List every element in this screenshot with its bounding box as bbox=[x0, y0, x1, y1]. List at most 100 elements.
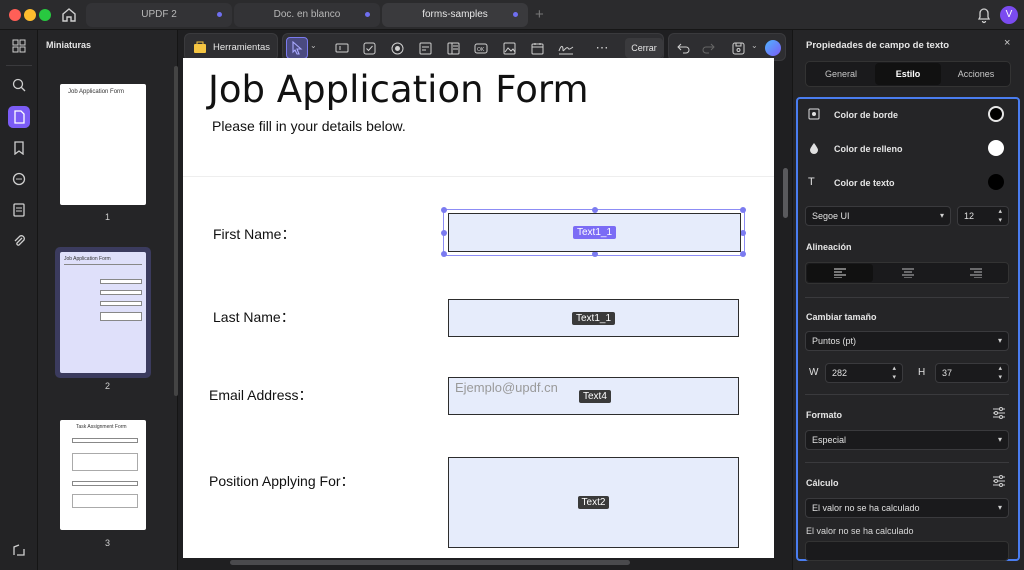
fill-color-swatch[interactable] bbox=[988, 140, 1004, 156]
save-icon[interactable] bbox=[727, 37, 749, 59]
section-divider bbox=[805, 297, 1009, 298]
tab-updf-2[interactable]: UPDF 2 bbox=[86, 3, 232, 27]
tab-acciones[interactable]: Acciones bbox=[943, 63, 1009, 85]
layers-icon[interactable] bbox=[8, 539, 30, 561]
document-page: Job Application Form Please fill in your… bbox=[183, 58, 774, 558]
zoom-window-button[interactable] bbox=[39, 9, 51, 21]
thumbnail-page-1[interactable]: Job Application Form bbox=[60, 84, 146, 205]
attachment-icon[interactable] bbox=[8, 230, 30, 252]
close-panel-icon[interactable]: × bbox=[1004, 37, 1010, 49]
calculation-value-box[interactable] bbox=[805, 541, 1009, 561]
format-dropdown[interactable]: Especial ▾ bbox=[805, 430, 1009, 450]
rail-divider bbox=[6, 65, 32, 66]
signature-tool-icon[interactable] bbox=[555, 37, 577, 59]
new-tab-plus-icon[interactable]: + bbox=[535, 6, 544, 23]
email-placeholder: Ejemplo@updf.cn bbox=[455, 380, 558, 395]
width-value: 282 bbox=[832, 368, 848, 378]
tab-general[interactable]: General bbox=[808, 63, 874, 85]
resize-handle[interactable] bbox=[441, 230, 447, 236]
font-family-dropdown[interactable]: Segoe UI ▾ bbox=[805, 206, 951, 226]
caret-down-icon: ▾ bbox=[939, 211, 944, 220]
thumbnail-heading: Job Application Form bbox=[68, 89, 125, 95]
dropdown-tool-icon[interactable] bbox=[414, 37, 436, 59]
thumbnail-field bbox=[100, 290, 142, 295]
last-name-text-field[interactable]: Text1_1 bbox=[448, 299, 739, 337]
page-divider bbox=[183, 176, 774, 177]
email-address-text-field[interactable]: Ejemplo@updf.cn Text4 bbox=[448, 377, 739, 415]
thumbnail-field bbox=[100, 279, 142, 284]
radio-tool-icon[interactable] bbox=[386, 37, 408, 59]
format-settings-icon[interactable] bbox=[992, 406, 1006, 420]
position-text-field[interactable]: Text2 bbox=[448, 457, 739, 548]
width-label: W bbox=[809, 367, 819, 378]
section-divider bbox=[805, 462, 1009, 463]
text-color-label: Color de texto bbox=[834, 178, 895, 188]
calculation-settings-icon[interactable] bbox=[992, 474, 1006, 488]
tools-button[interactable]: Herramientas bbox=[184, 33, 278, 61]
bookmark-icon[interactable] bbox=[8, 137, 30, 159]
calculation-dropdown[interactable]: El valor no se ha calculado ▾ bbox=[805, 498, 1009, 518]
minimize-window-button[interactable] bbox=[24, 9, 36, 21]
chevron-down-icon[interactable]: ⌄ bbox=[751, 41, 758, 50]
stepper-arrows-icon: ▴ ▾ bbox=[998, 365, 1002, 381]
pages-thumbnail-icon[interactable] bbox=[8, 106, 30, 128]
chevron-down-icon[interactable]: ⌄ bbox=[310, 41, 317, 50]
select-pointer-icon[interactable] bbox=[286, 37, 308, 59]
button-tool-icon[interactable]: OK bbox=[470, 37, 492, 59]
document-subtitle: Please fill in your details below. bbox=[212, 118, 406, 134]
search-icon[interactable] bbox=[8, 74, 30, 96]
comment-icon[interactable] bbox=[8, 168, 30, 190]
thumbnail-line bbox=[64, 264, 142, 265]
tab-estilo[interactable]: Estilo bbox=[875, 63, 941, 85]
thumbnail-heading: Task Assignment Form bbox=[76, 424, 127, 430]
close-form-mode-button[interactable]: Cerrar bbox=[625, 38, 663, 58]
image-tool-icon[interactable] bbox=[498, 37, 520, 59]
text-color-swatch[interactable] bbox=[988, 174, 1004, 190]
ai-assistant-icon[interactable] bbox=[763, 37, 783, 59]
grid-icon[interactable] bbox=[8, 35, 30, 57]
home-icon[interactable] bbox=[60, 6, 78, 24]
unit-dropdown[interactable]: Puntos (pt) ▾ bbox=[805, 331, 1009, 351]
calculation-value: El valor no se ha calculado bbox=[812, 503, 920, 513]
tab-forms-samples[interactable]: forms-samples bbox=[382, 3, 528, 27]
form-fields-icon[interactable] bbox=[8, 199, 30, 221]
redo-icon[interactable] bbox=[697, 37, 719, 59]
close-window-button[interactable] bbox=[9, 9, 21, 21]
more-options-icon[interactable]: ⋯ bbox=[591, 37, 613, 59]
date-tool-icon[interactable] bbox=[526, 37, 548, 59]
height-value: 37 bbox=[942, 368, 953, 378]
caret-down-icon: ▾ bbox=[997, 435, 1002, 444]
align-left-button[interactable] bbox=[807, 264, 873, 282]
tab-doc-en-blanco[interactable]: Doc. en blanco bbox=[234, 3, 380, 27]
height-label: H bbox=[918, 367, 926, 378]
vertical-scrollbar[interactable] bbox=[783, 168, 788, 218]
panel-title: Propiedades de campo de texto bbox=[806, 40, 950, 51]
align-right-button[interactable] bbox=[943, 264, 1009, 282]
undo-icon[interactable] bbox=[672, 37, 694, 59]
user-avatar[interactable]: V bbox=[1000, 6, 1018, 24]
height-stepper[interactable]: 37 ▴ ▾ bbox=[935, 363, 1009, 383]
thumbnail-field bbox=[72, 481, 138, 486]
thumbnails-panel: Miniaturas Job Application Form 1 Job Ap… bbox=[38, 30, 178, 570]
list-box-tool-icon[interactable] bbox=[442, 37, 464, 59]
style-section-highlight bbox=[796, 97, 1020, 561]
checkbox-tool-icon[interactable] bbox=[358, 37, 380, 59]
text-field-tool-icon[interactable] bbox=[331, 37, 353, 59]
tab-label: Doc. en blanco bbox=[273, 9, 341, 20]
first-name-text-field[interactable]: Text1_1 bbox=[448, 213, 741, 252]
format-label: Formato bbox=[806, 410, 842, 420]
horizontal-scrollbar[interactable] bbox=[230, 560, 630, 565]
properties-panel: Propiedades de campo de texto × General … bbox=[792, 30, 1024, 570]
font-size-stepper[interactable]: 12 ▴ ▾ bbox=[957, 206, 1009, 226]
align-center-button[interactable] bbox=[875, 264, 941, 282]
width-stepper[interactable]: 282 ▴ ▾ bbox=[825, 363, 903, 383]
thumbnail-page-3[interactable]: Task Assignment Form bbox=[60, 420, 146, 530]
border-color-swatch[interactable] bbox=[988, 106, 1004, 122]
font-family-value: Segoe UI bbox=[812, 211, 850, 221]
resize-handle[interactable] bbox=[441, 207, 447, 213]
resize-handle[interactable] bbox=[441, 251, 447, 257]
thumbnail-page-2[interactable]: Job Application Form bbox=[60, 252, 146, 373]
section-divider bbox=[805, 394, 1009, 395]
bell-icon[interactable] bbox=[976, 6, 992, 24]
tab-modified-dot bbox=[365, 12, 370, 17]
